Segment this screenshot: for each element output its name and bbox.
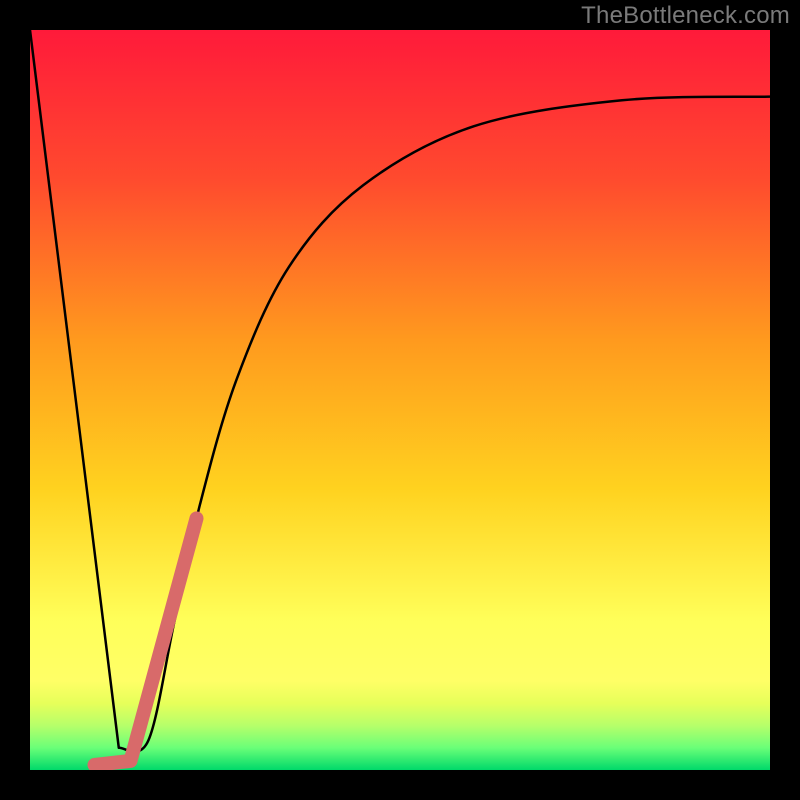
chart-frame: TheBottleneck.com [0, 0, 800, 800]
attribution-watermark: TheBottleneck.com [581, 2, 790, 31]
bottleneck-chart [30, 30, 770, 770]
gradient-background [30, 30, 770, 770]
plot-area [30, 30, 770, 770]
